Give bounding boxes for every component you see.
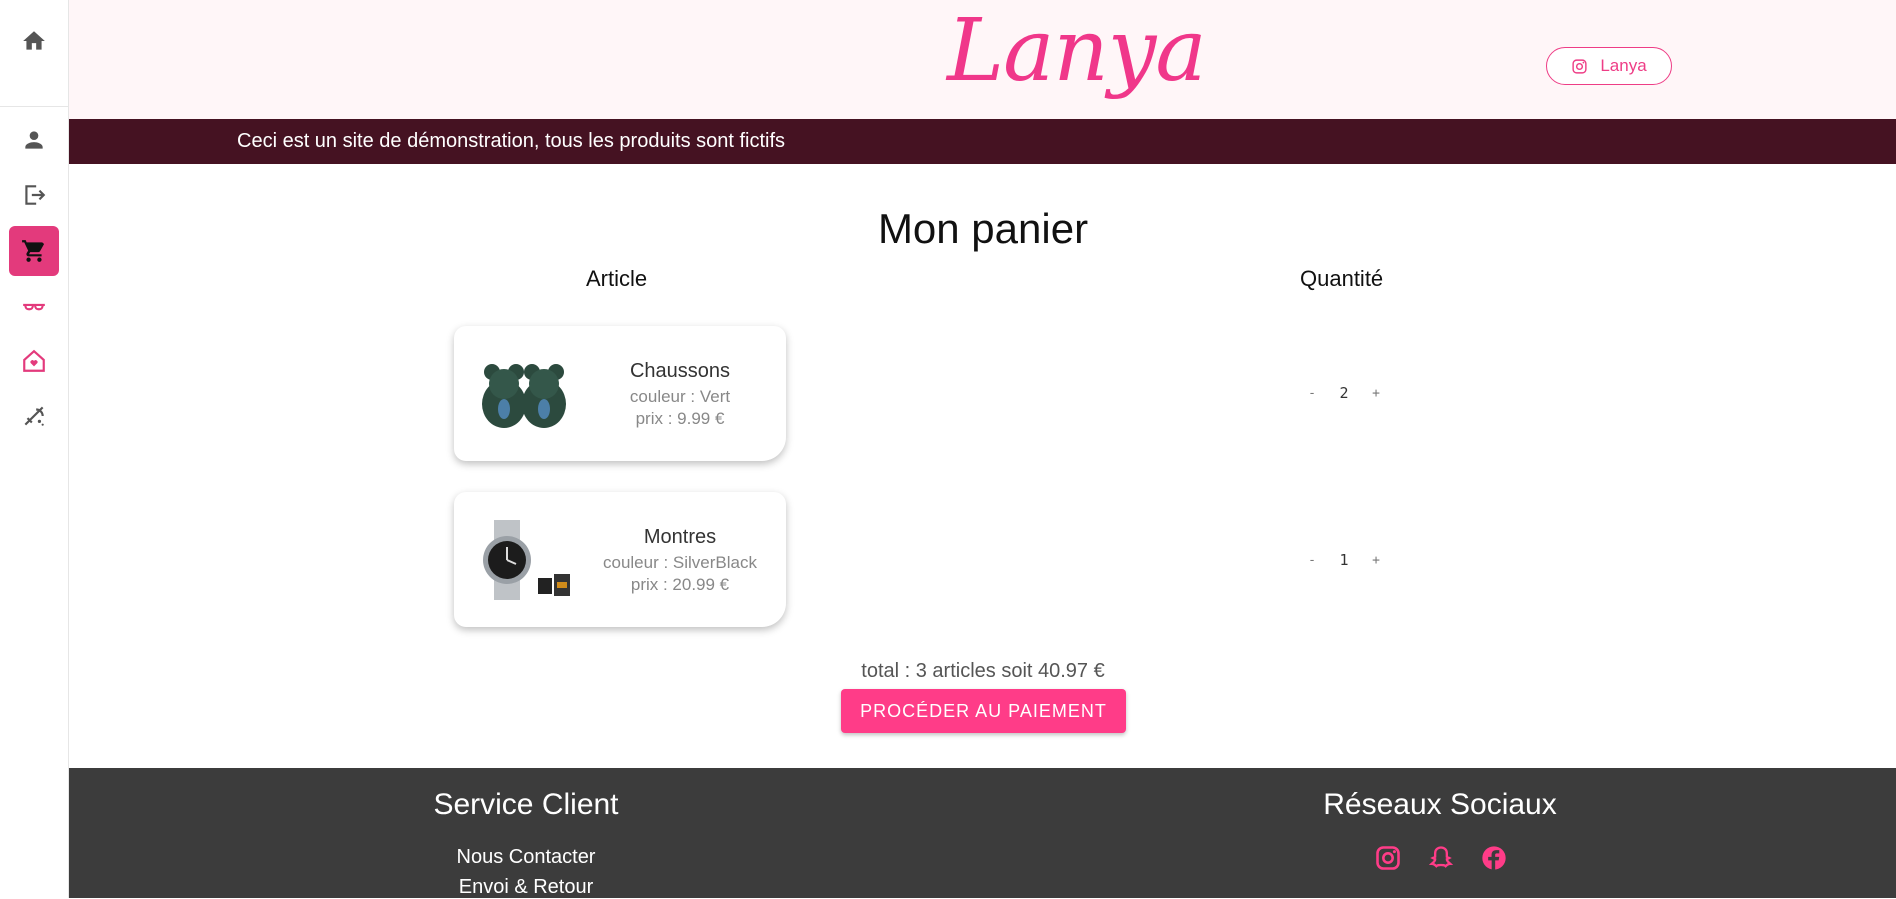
footer: Service Client Nous Contacter Envoi & Re… [69, 768, 1896, 898]
checkout-button[interactable]: PROCÉDER AU PAIEMENT [841, 689, 1126, 733]
quantity-value: 2 [1339, 384, 1349, 402]
increase-quantity-button[interactable]: + [1368, 386, 1384, 401]
product-price: prix : 20.99 € [630, 575, 730, 594]
product-color: couleur : SilverBlack [602, 553, 757, 572]
facebook-icon [1482, 846, 1506, 870]
demo-banner: Ceci est un site de démonstration, tous … [69, 119, 1896, 164]
page-title: Mon panier [877, 205, 1089, 252]
footer-social-title: Réseaux Sociaux [1323, 788, 1557, 821]
quantity-stepper: - 2 + [1304, 384, 1384, 402]
cart-item-card: Montres couleur : SilverBlack prix : 20.… [454, 492, 786, 627]
header: Lanya Lanya [69, 0, 1896, 119]
beauty-category-button[interactable] [9, 391, 59, 441]
sidebar-divider [0, 106, 69, 107]
demo-banner-text: Ceci est un site de démonstration, tous … [237, 130, 786, 152]
social-links [1374, 844, 1508, 872]
account-button[interactable] [9, 115, 59, 165]
house-heart-icon [23, 349, 45, 372]
home-icon [23, 31, 45, 50]
product-image-slippers [476, 354, 572, 434]
facebook-social-link[interactable] [1480, 844, 1508, 872]
cart-item-card: Chaussons couleur : Vert prix : 9.99 € [454, 326, 786, 461]
contact-link[interactable]: Nous Contacter [326, 846, 726, 869]
decrease-quantity-button[interactable]: - [1304, 386, 1320, 401]
glasses-category-button[interactable] [9, 281, 59, 331]
footer-service-title: Service Client [433, 788, 619, 821]
instagram-link-button[interactable]: Lanya [1546, 47, 1672, 85]
product-color: couleur : Vert [629, 387, 731, 406]
snapchat-icon [1428, 846, 1454, 868]
product-price: prix : 9.99 € [635, 409, 725, 428]
snapchat-social-link[interactable] [1427, 844, 1455, 872]
increase-quantity-button[interactable]: + [1368, 553, 1384, 568]
decrease-quantity-button[interactable]: - [1304, 553, 1320, 568]
home-button[interactable] [9, 16, 59, 66]
product-image-watch [476, 520, 572, 600]
makeup-icon [24, 406, 44, 426]
cart-total: total : 3 articles soit 40.97 € [861, 660, 1105, 682]
shipping-returns-link[interactable]: Envoi & Retour [326, 876, 726, 899]
quantity-value: 1 [1339, 551, 1349, 569]
column-header-article: Article [586, 266, 648, 291]
instagram-icon [1572, 58, 1587, 74]
quantity-stepper: - 1 + [1304, 551, 1384, 569]
instagram-icon [1376, 846, 1400, 870]
glasses-icon [23, 303, 45, 311]
site-logo[interactable]: Lanya [947, 8, 1207, 94]
instagram-social-link[interactable] [1374, 844, 1402, 872]
product-name: Chaussons [629, 360, 731, 382]
product-name: Montres [643, 526, 717, 548]
home-decor-category-button[interactable] [9, 336, 59, 386]
column-header-quantity: Quantité [1300, 266, 1384, 291]
user-icon [25, 131, 43, 149]
instagram-link-label: Lanya [1600, 56, 1647, 75]
sidebar [0, 0, 69, 898]
